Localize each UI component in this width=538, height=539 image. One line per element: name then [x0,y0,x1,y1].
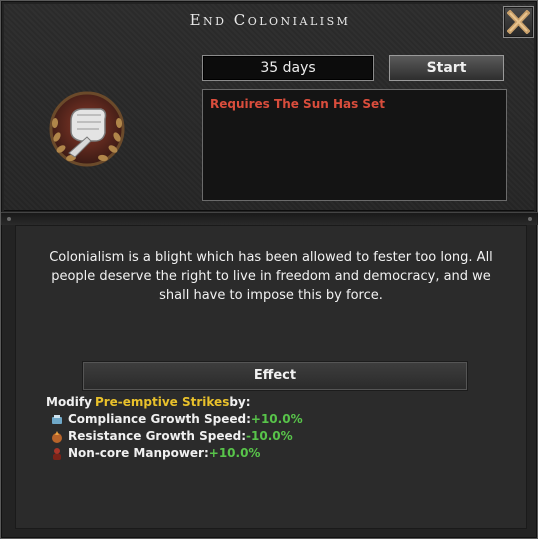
compliance-icon [52,414,62,424]
effect-header: Effect [82,361,468,391]
effect-label: Compliance Growth Speed: [68,412,251,426]
fist-emblem-icon [41,83,133,175]
content-panel: Colonialism is a blight which has been a… [15,225,527,529]
requirement-text: Requires The Sun Has Set [210,97,385,111]
effect-label: Resistance Growth Speed: [68,429,247,443]
modify-prefix: Modify [46,395,92,409]
modify-line: Modify Pre-emptive Strikes by: [46,394,303,411]
rivet [7,217,11,221]
effect-value: +10.0% [250,412,303,426]
effects-list: Modify Pre-emptive Strikes by: Complianc… [46,394,303,462]
divider [1,212,538,225]
duration-display: 35 days [202,55,374,81]
effect-line: Non-core Manpower: +10.0% [50,445,303,462]
effect-value: +10.0% [208,446,261,460]
window-title: End Colonialism [189,11,351,29]
description-text: Colonialism is a blight which has been a… [49,250,493,303]
decision-window: End Colonialism 35 days Start Requires T… [0,0,538,539]
effect-line: Resistance Growth Speed: -10.0% [50,428,303,445]
rivet [528,217,532,221]
effect-line: Compliance Growth Speed: +10.0% [50,411,303,428]
modify-suffix: by: [229,395,251,409]
close-button[interactable] [503,6,534,38]
resistance-icon [52,430,62,443]
effect-value: -10.0% [246,429,293,443]
close-icon [507,10,530,34]
start-button[interactable]: Start [389,55,504,81]
manpower-icon [53,447,61,460]
effect-label: Non-core Manpower: [68,446,209,460]
modify-target: Pre-emptive Strikes [94,395,230,409]
requirements-box: Requires The Sun Has Set [202,89,507,201]
